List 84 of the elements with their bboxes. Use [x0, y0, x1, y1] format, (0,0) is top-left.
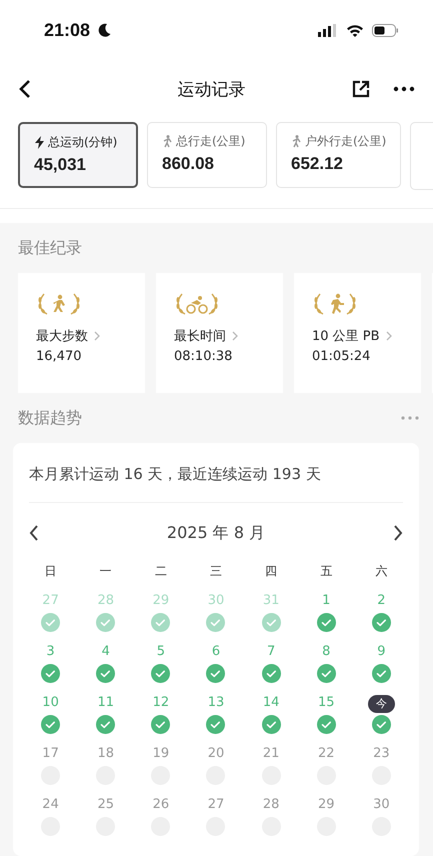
day-number[interactable]: 9 — [377, 644, 386, 664]
signal-icon — [318, 24, 338, 36]
walking-award-icon — [36, 291, 82, 317]
record-card[interactable]: 最大步数 16,470 — [18, 273, 145, 393]
day-number[interactable]: 23 — [373, 746, 390, 766]
chevron-right-icon — [386, 331, 392, 341]
weekday-label: 六 — [375, 563, 388, 580]
running-award-icon — [312, 291, 358, 317]
chevron-right-icon — [232, 331, 238, 341]
stat-value: 45,031 — [34, 155, 86, 175]
day-number[interactable]: 28 — [97, 593, 114, 613]
record-value: 16,470 — [36, 349, 82, 364]
day-number[interactable]: 29 — [152, 593, 170, 613]
stat-value: 652.12 — [291, 154, 343, 174]
record-card[interactable]: 10 公里 PB 01:05:24 — [294, 273, 421, 393]
section-title: 最佳纪录 — [18, 238, 82, 258]
day-number[interactable]: 6 — [212, 644, 220, 664]
day-number[interactable]: 21 — [262, 746, 280, 766]
day-number[interactable]: 14 — [262, 695, 280, 715]
stat-label: 户外行走(公里) — [305, 133, 386, 150]
weekday-label: 三 — [210, 563, 222, 580]
share-button[interactable] — [351, 79, 371, 99]
weekday-label: 二 — [154, 563, 167, 580]
month-title: 2025 年 8 月 — [166, 522, 266, 544]
day-number[interactable]: 25 — [97, 797, 114, 817]
page-title: 运动记录 — [178, 78, 246, 100]
stat-tab[interactable]: 户外行走(公里) 652.12 — [276, 122, 402, 188]
day-number[interactable]: 27 — [208, 797, 224, 817]
day-number[interactable]: 1 — [322, 593, 330, 613]
day-number[interactable]: 4 — [102, 644, 110, 664]
record-card[interactable]: 最长时间 08:10:38 — [156, 273, 283, 393]
day-number[interactable]: 19 — [152, 746, 170, 766]
wifi-icon — [346, 24, 364, 36]
day-number[interactable]: 5 — [156, 644, 165, 664]
summary-text: 本月累计运动 16 天，最近连续运动 193 天 — [29, 443, 403, 503]
stat-label: 总行走(公里) — [176, 133, 246, 150]
stat-value: 860.08 — [162, 154, 214, 174]
day-number[interactable]: 30 — [373, 797, 390, 817]
previous-month-button[interactable] — [29, 524, 39, 542]
today-badge: 今 — [368, 695, 395, 713]
weekday-label: 四 — [265, 563, 278, 580]
weekday-label: 日 — [44, 563, 57, 580]
day-number[interactable]: 26 — [152, 797, 170, 817]
day-number[interactable]: 2 — [377, 593, 386, 613]
weekday-label: 五 — [320, 563, 332, 580]
day-number[interactable]: 27 — [42, 593, 59, 613]
stat-tab[interactable]: 总行走(公里) 860.08 — [147, 122, 267, 188]
weekday-label: 一 — [100, 563, 112, 580]
lightning-icon — [34, 136, 45, 149]
chevron-right-icon — [94, 331, 100, 341]
section-title: 数据趋势 — [18, 408, 82, 428]
next-month-button[interactable] — [393, 524, 403, 542]
battery-icon — [372, 24, 399, 36]
day-number[interactable]: 20 — [208, 746, 224, 766]
day-number[interactable]: 28 — [262, 797, 280, 817]
day-number[interactable]: 15 — [318, 695, 335, 715]
day-number[interactable]: 24 — [42, 797, 59, 817]
day-number[interactable]: 3 — [46, 644, 55, 664]
record-value: 01:05:24 — [312, 349, 372, 364]
walking-icon — [291, 135, 302, 148]
more-button[interactable] — [393, 86, 415, 92]
status-time: 21:08 — [44, 20, 90, 40]
record-label: 最大步数 — [36, 328, 88, 345]
day-number[interactable]: 29 — [318, 797, 335, 817]
day-number[interactable]: 17 — [42, 746, 59, 766]
record-value: 08:10:38 — [174, 349, 234, 364]
moon-icon — [98, 23, 112, 37]
day-number[interactable]: 13 — [208, 695, 224, 715]
day-number[interactable]: 22 — [318, 746, 335, 766]
day-number[interactable]: 10 — [42, 695, 59, 715]
walking-icon — [162, 135, 173, 148]
day-number[interactable]: 12 — [152, 695, 170, 715]
day-number[interactable]: 11 — [97, 695, 114, 715]
day-number[interactable]: 31 — [262, 593, 280, 613]
record-label: 10 公里 PB — [312, 328, 380, 345]
stat-tab[interactable]: 总运动(分钟) 45,031 — [18, 122, 138, 188]
back-button[interactable] — [18, 79, 32, 99]
record-label: 最长时间 — [174, 328, 226, 345]
stat-label: 总运动(分钟) — [48, 134, 118, 151]
cycling-award-icon — [174, 291, 220, 317]
day-number[interactable]: 8 — [322, 644, 330, 664]
day-number[interactable]: 18 — [97, 746, 114, 766]
day-number[interactable]: 7 — [266, 644, 276, 664]
day-number[interactable]: 30 — [208, 593, 224, 613]
